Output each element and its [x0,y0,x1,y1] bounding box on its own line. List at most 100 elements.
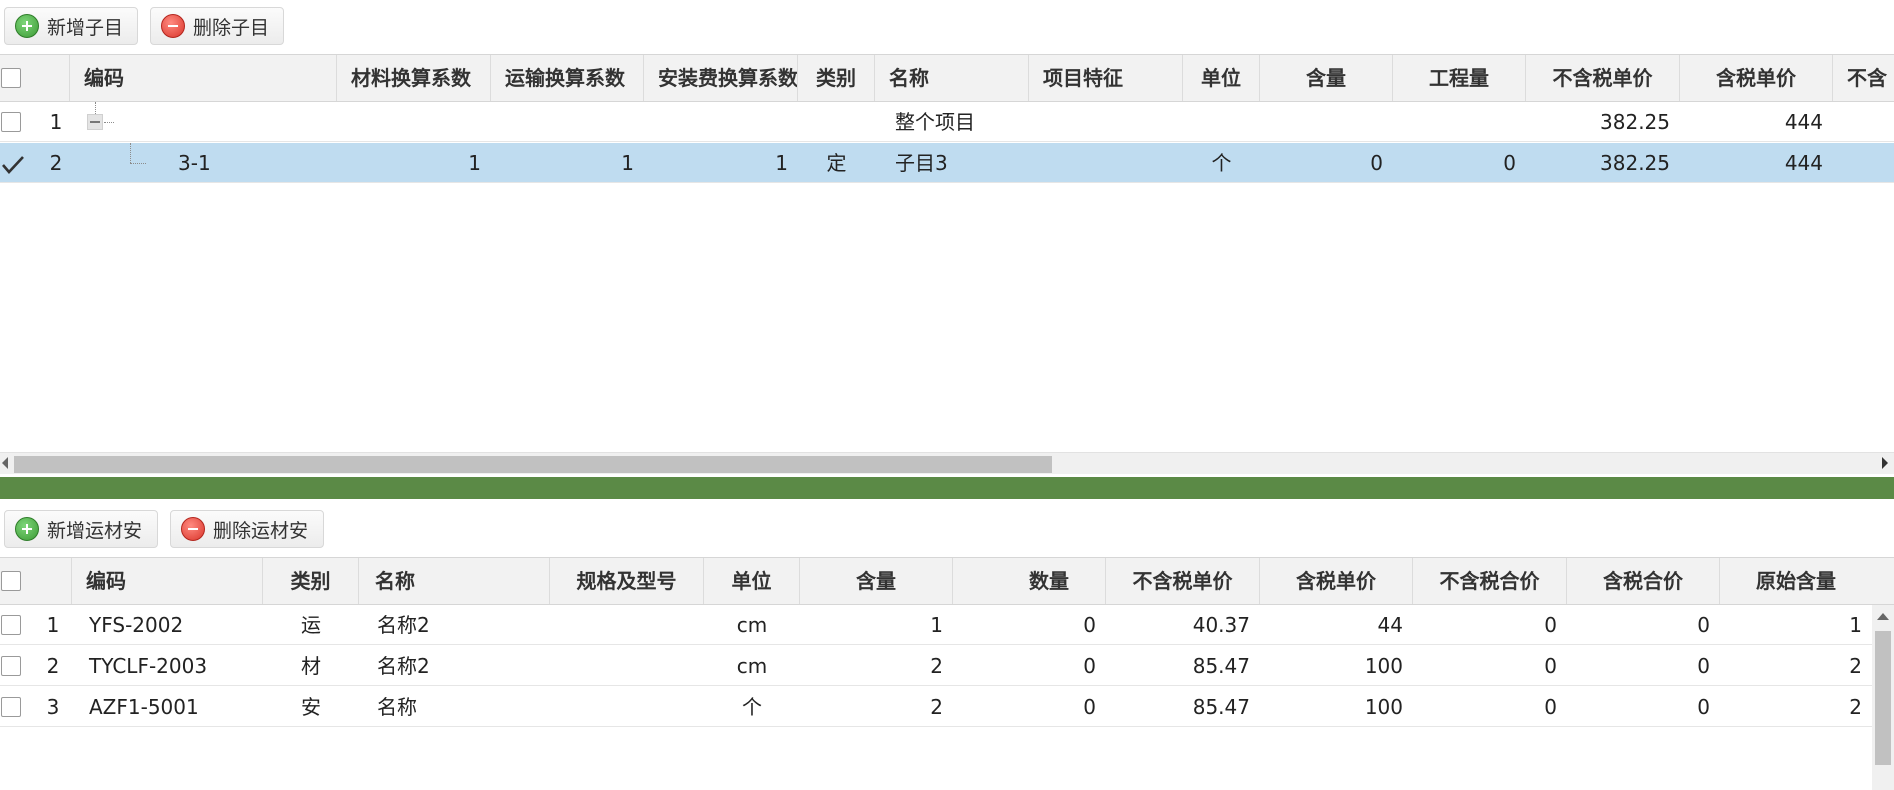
delete-icon [181,517,205,541]
cell-price-inc-tax: 444 [1784,151,1823,175]
add-icon [15,517,39,541]
col-header-name[interactable]: 名称 [359,558,550,604]
material-grid-header: 编码 类别 名称 规格及型号 单位 含量 数量 不含税单价 含税单价 不含税合价… [0,557,1894,605]
cell-name: 子目3 [895,151,948,175]
table-row[interactable]: 2 TYCLF-2003 材 名称2 cm 2 0 85.47 100 0 0 … [0,646,1894,686]
top-toolbar: 新增子目 删除子目 [0,0,1894,54]
cell-type: 安 [301,695,321,719]
scroll-up-icon[interactable] [1877,613,1889,620]
col-header-code[interactable]: 编码 [70,55,337,101]
scroll-right-icon[interactable] [1882,457,1888,469]
row-checkbox[interactable] [1,112,21,132]
cell-unit: 个 [742,695,762,719]
col-header-code[interactable]: 编码 [72,558,263,604]
cell-qty: 2 [930,695,943,719]
cell-unit: cm [736,613,768,637]
cell-name: 整个项目 [895,110,975,134]
row-number: 1 [49,110,63,134]
col-header-count[interactable]: 数量 [953,558,1106,604]
table-row[interactable]: 3 AZF1-5001 安 名称 个 2 0 85.47 100 0 0 2 [0,687,1894,727]
row-number: 2 [49,151,63,175]
cell-code: TYCLF-2003 [89,654,208,678]
col-header-unit[interactable]: 单位 [1183,55,1260,101]
horizontal-scroll-thumb[interactable] [14,456,1052,473]
table-row-selected[interactable]: 2 3-1 1 1 1 定 子目3 个 0 0 382.25 444 [0,143,1894,183]
col-header-transport-coef[interactable]: 运输换算系数 [491,55,644,101]
tree-cell [70,102,337,142]
col-header-orig-qty[interactable]: 原始含量 [1720,558,1872,604]
horizontal-scrollbar[interactable] [0,452,1894,474]
row-checkbox[interactable] [1,697,21,717]
delete-material-button[interactable]: 删除运材安 [170,510,324,548]
col-header-material-coef[interactable]: 材料换算系数 [337,55,491,101]
cell-total-ex-tax: 0 [1544,654,1557,678]
panel-splitter[interactable] [0,477,1894,499]
add-material-label: 新增运材安 [47,519,143,542]
vertical-scroll-thumb[interactable] [1875,631,1891,765]
delete-icon [161,14,185,38]
col-header-feature[interactable]: 项目特征 [1029,55,1183,101]
delete-subitem-button[interactable]: 删除子目 [150,7,284,45]
row-number: 2 [46,654,60,678]
row-checkbox[interactable] [1,615,21,635]
col-header-price-inc-tax[interactable]: 含税单价 [1680,55,1833,101]
col-header-total-inc-tax[interactable]: 含税合价 [1567,558,1720,604]
cell-code: YFS-2002 [89,613,184,637]
collapse-toggle-icon[interactable] [87,114,103,130]
cell-count: 0 [1083,613,1096,637]
subitem-grid-header: 编码 材料换算系数 运输换算系数 安装费换算系数 类别 名称 项目特征 单位 含… [0,54,1894,102]
cell-name: 名称2 [377,613,430,637]
cell-total-inc-tax: 0 [1697,695,1710,719]
bottom-toolbar: 新增运材安 删除运材安 [0,503,1894,557]
cell-unit: cm [736,654,768,678]
col-header-type[interactable]: 类别 [798,55,875,101]
cell-price-inc-tax: 100 [1364,695,1403,719]
col-header-qty[interactable]: 含量 [1260,55,1393,101]
row-checkbox[interactable] [1,656,21,676]
cell-total-inc-tax: 0 [1697,613,1710,637]
col-header-price-inc-tax[interactable]: 含税单价 [1260,558,1413,604]
add-material-button[interactable]: 新增运材安 [4,510,158,548]
cell-total-ex-tax: 0 [1544,613,1557,637]
col-header-name[interactable]: 名称 [875,55,1029,101]
cell-price-ex-tax: 40.37 [1192,613,1250,637]
cell-total-ex-tax: 0 [1544,695,1557,719]
cell-unit: 个 [1211,151,1232,175]
cell-code: AZF1-5001 [89,695,199,719]
select-all-checkbox[interactable] [1,68,21,88]
checkmark-icon[interactable] [1,155,25,175]
cell-qty: 0 [1370,151,1383,175]
subitem-grid: 编码 材料换算系数 运输换算系数 安装费换算系数 类别 名称 项目特征 单位 含… [0,54,1894,452]
row-number: 1 [46,613,60,637]
col-header-unit[interactable]: 单位 [704,558,800,604]
col-header-spec[interactable]: 规格及型号 [550,558,704,604]
col-header-total-ex-tax[interactable]: 不含税合价 [1413,558,1567,604]
cell-type: 材 [301,654,321,678]
material-grid: 编码 类别 名称 规格及型号 单位 含量 数量 不含税单价 含税单价 不含税合价… [0,557,1894,790]
table-row[interactable]: 1 整个项目 382.25 444 [0,102,1894,142]
vertical-scrollbar[interactable] [1872,605,1894,790]
col-header-qty[interactable]: 含量 [800,558,953,604]
col-header-price-ex-tax[interactable]: 不含税单价 [1106,558,1260,604]
cell-orig-qty: 1 [1849,613,1862,637]
cell-orig-qty: 2 [1849,695,1862,719]
col-header-type[interactable]: 类别 [263,558,359,604]
table-row[interactable]: 1 YFS-2002 运 名称2 cm 1 0 40.37 44 0 0 1 [0,605,1894,645]
cell-code: 3-1 [178,151,211,175]
col-header-price-ex-tax[interactable]: 不含税单价 [1526,55,1680,101]
cell-price-ex-tax: 382.25 [1600,110,1670,134]
cell-price-ex-tax: 85.47 [1192,654,1250,678]
col-header-eng-qty[interactable]: 工程量 [1393,55,1526,101]
cell-transport-coef: 1 [621,151,634,175]
cell-count: 0 [1083,654,1096,678]
cell-price-inc-tax: 44 [1377,613,1403,637]
add-subitem-button[interactable]: 新增子目 [4,7,138,45]
scroll-left-icon[interactable] [2,457,8,469]
cell-eng-qty: 0 [1503,151,1516,175]
cell-type: 定 [826,151,847,175]
col-header-total-ex-tax[interactable]: 不含 [1833,55,1894,101]
cell-qty: 1 [930,613,943,637]
col-header-install-coef[interactable]: 安装费换算系数 [644,55,798,101]
cell-name: 名称2 [377,654,430,678]
select-all-checkbox[interactable] [1,571,21,591]
